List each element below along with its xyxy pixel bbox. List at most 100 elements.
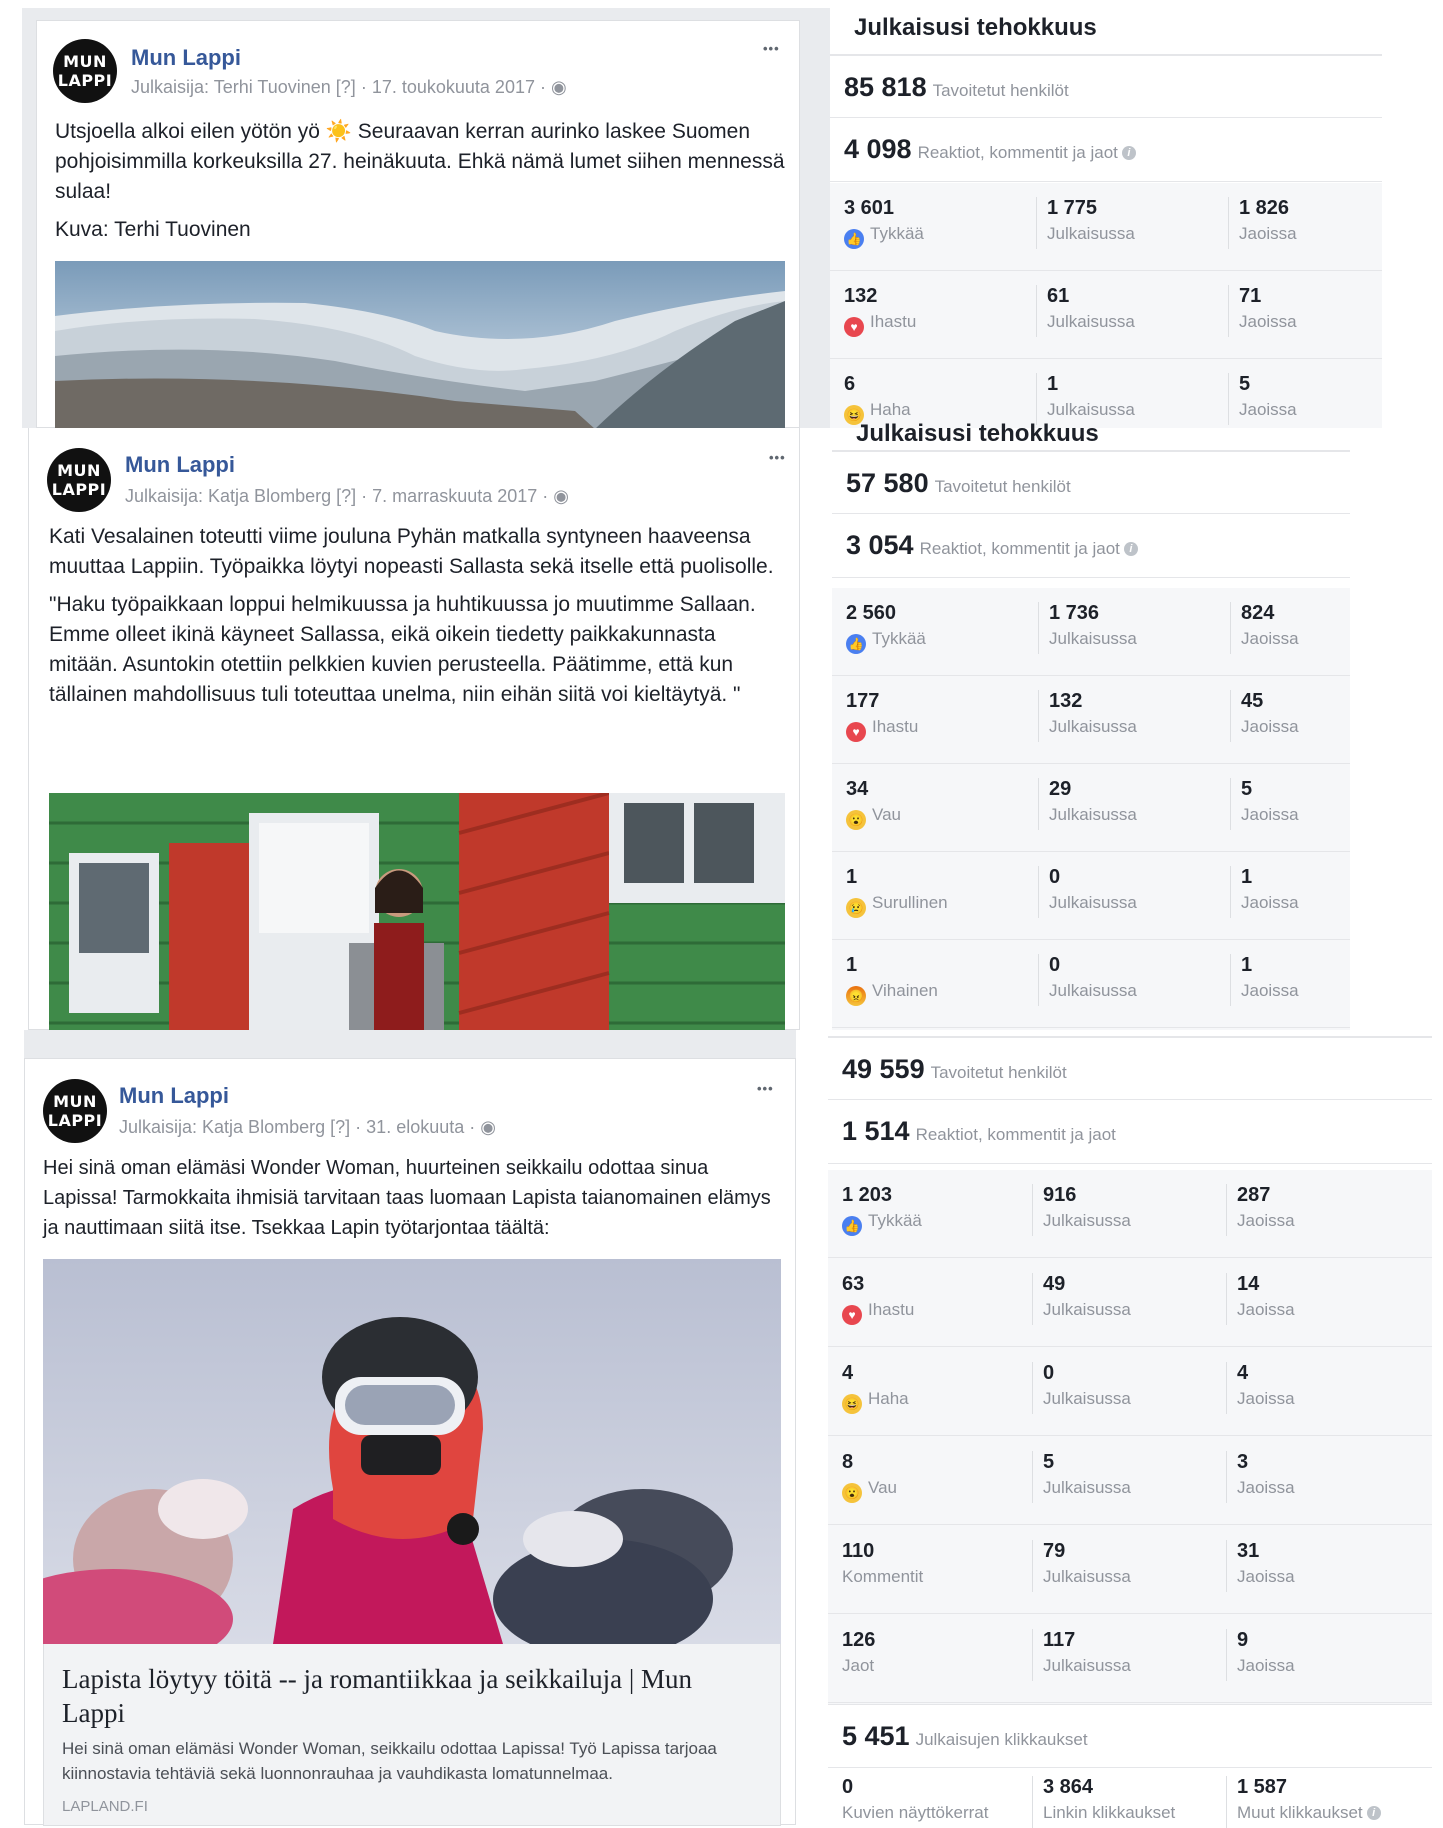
reaction-row-wow: 34 😮 Vau 29 Julkaisussa 5 Jaoissa [832,764,1350,852]
love-icon: ♥ [846,722,866,742]
more-options-icon[interactable]: ••• [763,41,780,56]
reaction-row-love: 177 ♥ Ihastu 132 Julkaisussa 45 Jaoissa [832,676,1350,764]
reaction-row-haha: 6 😆 Haha 1 Julkaisussa 5 Jaoissa [830,359,1382,428]
post-card-1-body: MUN LAPPI Mun Lappi Julkaisija: Terhi Tuo… [36,20,800,429]
engagement-label: Reaktiot, kommentit ja jaot [919,539,1120,558]
post-meta: Julkaisija: Katja Blomberg [?] · 7. marr… [125,486,570,506]
engagement-label: Reaktiot, kommentit ja jaot [917,143,1118,162]
clicks-breakdown-row: 0 Kuvien näyttökerrat 3 864 Linkin klikkau… [828,1768,1432,1828]
reach-row: 57 580 Tavoitetut henkilöt [832,450,1350,514]
engagement-row: 3 054 Reaktiot, kommentit ja jaot i [832,514,1350,578]
clicks-row: 5 451 Julkaisujen klikkaukset [828,1704,1432,1768]
reaction-row-sad: 1 😢 Surullinen 0 Julkaisussa 1 Jaoissa [832,852,1350,940]
reaction-row-angry: 1 😠 Vihainen 0 Julkaisussa 1 Jaoissa [832,940,1350,1028]
link-description: Hei sinä oman elämäsi Wonder Woman, seik… [62,1739,717,1783]
post-text: Utsjoella alkoi eilen yötön yö ☀️ Seuraa… [55,117,785,253]
page-avatar[interactable]: MUN LAPPI [47,448,111,512]
wow-icon: 😮 [846,810,866,830]
reactions-grid: 3 601 👍 Tykkää 1 775 Julkaisussa 1 826 Jaois… [830,183,1382,428]
engagement-value: 3 054 [846,530,914,560]
reaction-row-love: 132 ♥ Ihastu 61 Julkaisussa 71 Jaoissa [830,271,1382,359]
reach-value: 49 559 [842,1054,925,1084]
panel-title: Julkaisusi tehokkuus [856,420,1099,444]
page-name-link[interactable]: Mun Lappi [119,1083,229,1109]
help-link[interactable]: [?] [330,1117,350,1137]
post-paragraph: Kati Vesalainen toteutti viime jouluna P… [49,525,774,578]
post-paragraph: Hei sinä oman elämäsi Wonder Woman, huur… [43,1157,771,1239]
publisher-label: Julkaisija: Katja Blomberg [125,486,332,506]
post-paragraph: "Haku työpaikkaan loppui helmikuussa ja … [49,593,756,706]
reaction-row-like: 3 601 👍 Tykkää 1 775 Julkaisussa 1 826 Jaois… [830,183,1382,271]
post-card-2: MUN LAPPI Mun Lappi Julkaisija: Katja Blo… [28,428,800,1030]
reach-label: Tavoitetut henkilöt [932,81,1069,100]
clicks-value: 5 451 [842,1721,910,1751]
haha-icon: 😆 [842,1394,862,1414]
reach-value: 57 580 [846,468,929,498]
love-icon: ♥ [842,1305,862,1325]
more-options-icon[interactable]: ••• [757,1081,774,1096]
sad-icon: 😢 [846,898,866,918]
like-icon: 👍 [842,1216,862,1236]
globe-icon: ◉ [553,486,570,506]
angry-icon: 😠 [846,986,866,1006]
post-paragraph: Utsjoella alkoi eilen yötön yö ☀️ Seuraa… [55,120,785,203]
reach-label: Tavoitetut henkilöt [930,1063,1067,1082]
post-photo-mountains[interactable] [55,261,785,429]
post-meta: Julkaisija: Terhi Tuovinen [?] · 17. tou… [131,77,567,97]
insights-panel-3: 49 559 Tavoitetut henkilöt 1 514 Reaktiot,… [828,1032,1432,1828]
help-link[interactable]: [?] [336,486,356,506]
publisher-label: Julkaisija: Terhi Tuovinen [131,77,331,97]
clicks-label: Julkaisujen klikkaukset [915,1730,1088,1749]
post-text: Hei sinä oman elämäsi Wonder Woman, huur… [43,1153,783,1251]
help-link[interactable]: [?] [336,77,356,97]
link-preview-card[interactable]: Lapista löytyy töitä -- ja romantiikkaa … [43,1644,781,1826]
insights-panel-1: Julkaisusi tehokkuus 85 818 Tavoitetut he… [830,0,1382,428]
post-photo-woman[interactable] [49,793,785,1030]
reach-row: 49 559 Tavoitetut henkilöt [828,1036,1432,1100]
reaction-row-haha: 4 😆 Haha 0 Julkaisussa 4 Jaoissa [828,1348,1432,1436]
post-date-link[interactable]: 7. marraskuuta 2017 [372,486,537,506]
reactions-grid: 1 203 👍 Tykkää 916 Julkaisussa 287 Jaoissa 6… [828,1170,1432,1704]
wow-icon: 😮 [842,1483,862,1503]
comments-row: 110 Kommentit 79 Julkaisussa 31 Jaoissa [828,1526,1432,1614]
reaction-row-like: 2 560 👍 Tykkää 1 736 Julkaisussa 824 Jaoissa [832,588,1350,676]
post-text: Kati Vesalainen toteutti viime jouluna P… [49,522,789,718]
reach-label: Tavoitetut henkilöt [934,477,1071,496]
info-icon[interactable]: i [1123,542,1138,556]
globe-icon: ◉ [551,77,567,97]
page-name-link[interactable]: Mun Lappi [131,45,241,71]
reach-value: 85 818 [844,72,927,102]
publisher-label: Julkaisija: Katja Blomberg [119,1117,326,1137]
reactions-grid: 2 560 👍 Tykkää 1 736 Julkaisussa 824 Jaoissa… [832,588,1350,1030]
like-icon: 👍 [844,229,864,249]
post-card-3-body: MUN LAPPI Mun Lappi Julkaisija: Katja Blo… [24,1058,796,1826]
post-meta: Julkaisija: Katja Blomberg [?] · 31. elo… [119,1117,496,1137]
post-paragraph: Kuva: Terhi Tuovinen [55,218,251,241]
info-icon[interactable]: i [1121,146,1136,160]
link-domain: LAPLAND.FI [62,1798,148,1815]
page-name-link[interactable]: Mun Lappi [125,452,235,478]
panel-title: Julkaisusi tehokkuus [854,14,1097,41]
engagement-row: 1 514 Reaktiot, kommentit ja jaot [828,1100,1432,1164]
link-title[interactable]: Lapista löytyy töitä -- ja romantiikkaa … [62,1662,752,1730]
post-date-link[interactable]: 31. elokuuta [366,1117,464,1137]
page-avatar[interactable]: MUN LAPPI [43,1079,107,1143]
engagement-value: 1 514 [842,1116,910,1146]
post-photo-skier[interactable] [43,1259,781,1644]
insights-panel-2: Julkaisusi tehokkuus 57 580 Tavoitetut he… [832,420,1350,1030]
love-icon: ♥ [844,317,864,337]
reaction-row-like: 1 203 👍 Tykkää 916 Julkaisussa 287 Jaoissa [828,1170,1432,1258]
post-date-link[interactable]: 17. toukokuuta 2017 [372,77,535,97]
reaction-row-wow: 8 😮 Vau 5 Julkaisussa 3 Jaoissa [828,1437,1432,1525]
reach-row: 85 818 Tavoitetut henkilöt [830,54,1382,118]
like-icon: 👍 [846,634,866,654]
reaction-row-love: 63 ♥ Ihastu 49 Julkaisussa 14 Jaoissa [828,1259,1432,1347]
page-avatar[interactable]: MUN LAPPI [53,39,117,103]
engagement-value: 4 098 [844,134,912,164]
more-options-icon[interactable]: ••• [769,450,786,465]
shares-row: 126 Jaot 117 Julkaisussa 9 Jaoissa [828,1615,1432,1703]
globe-icon: ◉ [480,1117,496,1137]
engagement-label: Reaktiot, kommentit ja jaot [915,1125,1116,1144]
info-icon[interactable]: i [1366,1806,1381,1820]
engagement-row: 4 098 Reaktiot, kommentit ja jaot i [830,118,1382,182]
